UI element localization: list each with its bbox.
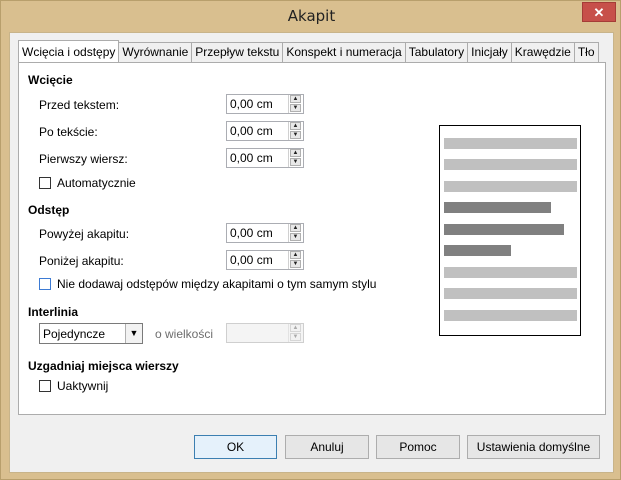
title-bar: Akapit ✕ (1, 1, 621, 32)
preview-line (444, 245, 511, 256)
preview-line (444, 224, 564, 235)
spin-up-icon[interactable]: ▲ (290, 251, 301, 259)
dialog-body: Wcięcia i odstępy Wyrównanie Przepływ te… (9, 32, 614, 473)
before-text-label: Przed tekstem: (39, 98, 120, 112)
reset-defaults-button[interactable]: Ustawienia domyślne (467, 435, 600, 459)
close-icon: ✕ (593, 5, 605, 20)
no-space-same-style-checkbox[interactable] (39, 278, 51, 290)
above-paragraph-label: Powyżej akapitu: (39, 227, 130, 241)
activate-label: Uaktywnij (57, 379, 109, 393)
tab-indents-spacing[interactable]: Wcięcia i odstępy (18, 40, 120, 62)
spin-down-icon[interactable]: ▼ (290, 333, 301, 341)
spin-up-icon[interactable]: ▲ (290, 149, 301, 157)
preview-line (444, 310, 577, 321)
of-size-label: o wielkości (155, 327, 214, 341)
below-paragraph-label: Poniżej akapitu: (39, 254, 124, 268)
spin-down-icon[interactable]: ▼ (290, 260, 301, 268)
tab-tabs[interactable]: Tabulatory (404, 42, 469, 62)
tab-bar: Wcięcia i odstępy Wyrównanie Przepływ te… (18, 40, 599, 63)
above-paragraph-spinbox[interactable]: 0,00 cm ▲ ▼ (226, 223, 304, 243)
preview-line (444, 267, 577, 278)
preview-line (444, 288, 577, 299)
tab-panel: Wcięcie Przed tekstem: 0,00 cm ▲ ▼ Po tek… (18, 62, 606, 415)
spin-up-icon[interactable]: ▲ (290, 95, 301, 103)
tab-background[interactable]: Tło (573, 42, 599, 62)
paragraph-preview (439, 125, 581, 336)
preview-line (444, 202, 551, 213)
tab-drop-caps[interactable]: Inicjały (467, 42, 512, 62)
spin-down-icon[interactable]: ▼ (290, 158, 301, 166)
first-line-spinbox[interactable]: 0,00 cm ▲ ▼ (226, 148, 304, 168)
line-spacing-heading: Interlinia (28, 305, 79, 319)
help-button[interactable]: Pomoc (376, 435, 460, 459)
tab-text-flow[interactable]: Przepływ tekstu (191, 42, 284, 62)
spin-up-icon[interactable]: ▲ (290, 224, 301, 232)
line-spacing-value: Pojedyncze (43, 327, 106, 341)
tab-alignment[interactable]: Wyrównanie (118, 42, 193, 62)
cancel-button[interactable]: Anuluj (285, 435, 369, 459)
before-text-value: 0,00 cm (230, 97, 273, 111)
preview-line (444, 181, 577, 192)
first-line-value: 0,00 cm (230, 151, 273, 165)
spin-up-icon[interactable]: ▲ (290, 324, 301, 332)
line-spacing-size-spinbox[interactable]: ▲ ▼ (226, 323, 304, 343)
preview-line (444, 159, 577, 170)
close-button[interactable]: ✕ (582, 2, 616, 22)
below-paragraph-value: 0,00 cm (230, 253, 273, 267)
below-paragraph-spinbox[interactable]: 0,00 cm ▲ ▼ (226, 250, 304, 270)
line-spacing-select[interactable]: Pojedyncze ▼ (39, 323, 143, 344)
window-title: Akapit (287, 7, 336, 25)
preview-line (444, 138, 577, 149)
tab-outline-numbering[interactable]: Konspekt i numeracja (282, 42, 406, 62)
spin-down-icon[interactable]: ▼ (290, 233, 301, 241)
after-text-value: 0,00 cm (230, 124, 273, 138)
indent-heading: Wcięcie (28, 73, 73, 87)
activate-checkbox[interactable] (39, 380, 51, 392)
dialog-window: Akapit ✕ Wcięcia i odstępy Wyrównanie Pr… (0, 0, 621, 480)
ok-button[interactable]: OK (194, 435, 277, 459)
spin-down-icon[interactable]: ▼ (290, 104, 301, 112)
chevron-down-icon: ▼ (125, 324, 142, 343)
spin-down-icon[interactable]: ▼ (290, 131, 301, 139)
after-text-label: Po tekście: (39, 125, 98, 139)
spin-up-icon[interactable]: ▲ (290, 122, 301, 130)
first-line-label: Pierwszy wiersz: (39, 152, 128, 166)
automatic-checkbox[interactable] (39, 177, 51, 189)
before-text-spinbox[interactable]: 0,00 cm ▲ ▼ (226, 94, 304, 114)
tab-borders[interactable]: Krawędzie (510, 42, 575, 62)
above-paragraph-value: 0,00 cm (230, 226, 273, 240)
after-text-spinbox[interactable]: 0,00 cm ▲ ▼ (226, 121, 304, 141)
spacing-heading: Odstęp (28, 203, 70, 217)
automatic-label: Automatycznie (57, 176, 136, 190)
no-space-same-style-label: Nie dodawaj odstępów między akapitami o … (57, 277, 377, 291)
register-true-heading: Uzgadniaj miejsca wierszy (28, 359, 179, 373)
